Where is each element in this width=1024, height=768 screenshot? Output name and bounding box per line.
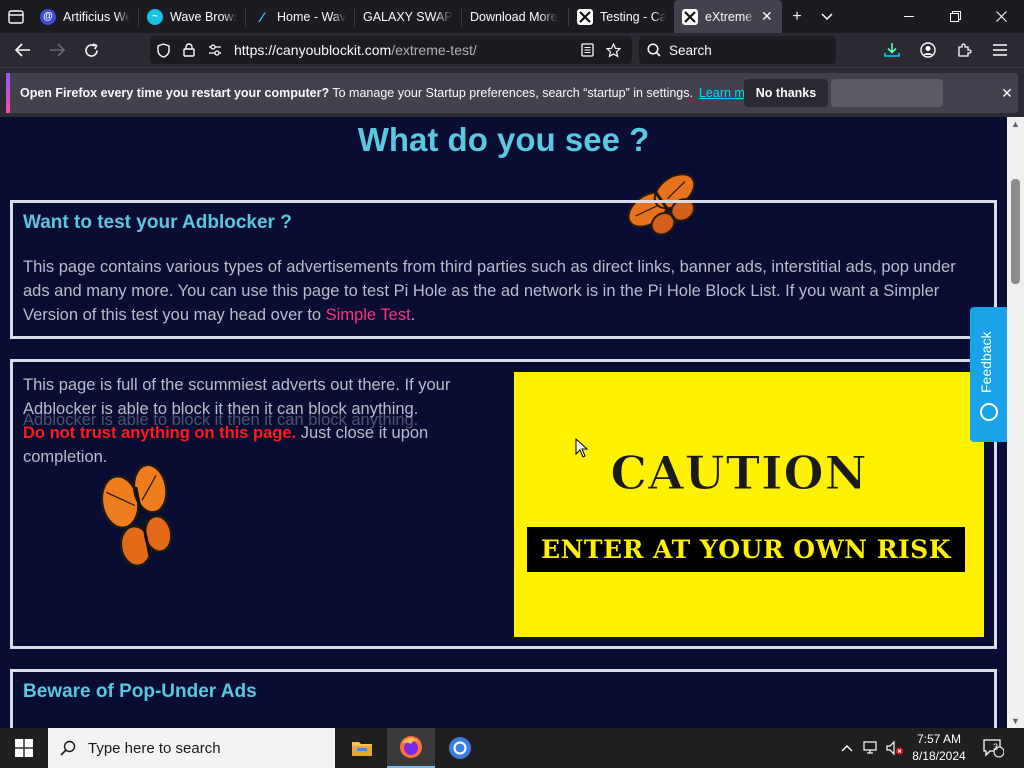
shield-icon[interactable]: [150, 42, 176, 58]
address-bar[interactable]: https://canyoublockit.com/extreme-test/: [150, 36, 632, 64]
butterfly-image: [101, 463, 173, 568]
scroll-up-icon[interactable]: ▲: [1007, 117, 1024, 131]
clock-time: 7:57 AM: [916, 732, 962, 746]
back-icon[interactable]: [6, 35, 40, 65]
tab-wave-browser[interactable]: ~ Wave Browse: [139, 0, 245, 33]
search-placeholder: Search: [669, 42, 712, 58]
search-bar[interactable]: Search: [639, 36, 836, 64]
warning-text: This page is full of the scummiest adver…: [23, 373, 493, 469]
taskbar-search-placeholder: Type here to search: [88, 739, 221, 757]
clock-date: 8/18/2024: [912, 749, 966, 763]
menu-icon[interactable]: [982, 33, 1018, 67]
url-host: https://canyoublockit.com: [234, 42, 392, 58]
pop-under-section: Beware of Pop-Under Ads: [10, 669, 997, 728]
page-title: What do you see ?: [357, 121, 650, 158]
tab-galaxy-swapp[interactable]: GALAXY SWAPP: [355, 0, 461, 33]
scroll-thumb[interactable]: [1011, 179, 1020, 284]
warning-line: This page is full of the scummiest adver…: [23, 376, 451, 418]
at-sign-icon: @: [40, 8, 56, 25]
close-tab-icon[interactable]: ✕: [761, 8, 773, 25]
feedback-label: Feedback: [978, 331, 994, 393]
list-all-tabs-icon[interactable]: [812, 0, 842, 33]
caution-banner-image[interactable]: CAUTION ENTER AT YOUR OWN RISK: [514, 372, 984, 637]
caution-band: ENTER AT YOUR OWN RISK: [527, 527, 965, 572]
notification-bold-text: Open Firefox every time you restart your…: [20, 86, 330, 100]
mouse-cursor-icon: [575, 438, 589, 458]
section-body-end: .: [410, 306, 416, 324]
firefox-taskbar-icon[interactable]: [387, 728, 435, 768]
url-path: /extreme-test/: [391, 42, 477, 58]
network-icon[interactable]: [860, 728, 882, 768]
account-icon[interactable]: [910, 33, 946, 67]
minimize-icon[interactable]: [886, 0, 932, 33]
tab-extreme-test[interactable]: eXtreme T ✕: [674, 0, 782, 33]
close-notification-icon[interactable]: ✕: [995, 81, 1019, 105]
notifications-icon[interactable]: 3: [980, 728, 1006, 768]
notification-body-text: To manage your Startup preferences, sear…: [332, 86, 693, 100]
extensions-icon[interactable]: [946, 33, 982, 67]
tab-title: Download More: [470, 9, 558, 24]
section-body: This page contains various types of adve…: [23, 255, 978, 327]
tab-title: GALAXY SWAPP: [363, 9, 453, 24]
url-text: https://canyoublockit.com/extreme-test/: [234, 42, 477, 58]
no-thanks-button[interactable]: No thanks: [744, 79, 828, 107]
section-heading: Beware of Pop-Under Ads: [23, 681, 257, 702]
reader-view-icon[interactable]: [574, 43, 600, 57]
notification-text: Open Firefox every time you restart your…: [20, 86, 693, 100]
notification-message: Open Firefox every time you restart your…: [6, 73, 1018, 113]
feedback-button[interactable]: Feedback: [970, 307, 1007, 442]
restore-icon[interactable]: [932, 0, 978, 33]
tab-title: Testing - Can: [600, 9, 666, 24]
bookmark-star-icon[interactable]: [600, 42, 626, 58]
taskbar-search-box[interactable]: Type here to search: [48, 728, 335, 768]
wave-icon: ~: [147, 8, 163, 25]
tab-title: Wave Browse: [170, 9, 237, 24]
windows-taskbar: Type here to search 7:57 AM 8/18/2024 3: [0, 728, 1024, 768]
simple-test-link[interactable]: Simple Test: [326, 306, 411, 324]
navigation-toolbar: https://canyoublockit.com/extreme-test/ …: [0, 33, 1024, 67]
tab-artificius[interactable]: @ Artificius Wel: [32, 0, 138, 33]
section-body-text: This page contains various types of adve…: [23, 258, 956, 324]
startup-notification-bar: Open Firefox every time you restart your…: [0, 67, 1024, 117]
lock-icon[interactable]: [176, 43, 202, 57]
wave-line-icon: ⁄: [260, 8, 264, 25]
block-icon: [577, 8, 593, 25]
tab-list-icon[interactable]: [0, 0, 32, 33]
tab-bar: @ Artificius Wel ~ Wave Browse ⁄ Home - …: [0, 0, 1024, 33]
show-hidden-icons[interactable]: [838, 728, 856, 768]
tab-home-wave[interactable]: ⁄ Home - Wave: [246, 0, 354, 33]
downloads-icon[interactable]: [874, 33, 910, 67]
system-clock[interactable]: 7:57 AM 8/18/2024: [900, 731, 978, 765]
caution-band-text: ENTER AT YOUR OWN RISK: [541, 535, 951, 564]
open-settings-button[interactable]: [831, 79, 943, 107]
notification-count-badge: 3: [993, 742, 999, 752]
section-heading: Want to test your Adblocker ?: [23, 212, 292, 233]
warning-section: Adblocker is able to block it then it ca…: [10, 359, 997, 649]
search-icon: [48, 740, 88, 756]
do-not-trust-text: Do not trust anything on this page.: [23, 424, 297, 442]
forward-icon[interactable]: [40, 35, 74, 65]
scroll-down-icon[interactable]: ▼: [1007, 714, 1024, 728]
adblocker-test-section: Want to test your Adblocker ? This page …: [10, 200, 997, 339]
browser-taskbar-icon[interactable]: [436, 728, 484, 768]
tab-testing[interactable]: Testing - Can: [569, 0, 674, 33]
tab-title: Home - Wave: [277, 9, 346, 24]
tab-title: Artificius Wel: [63, 9, 130, 24]
tab-title: eXtreme T: [705, 9, 755, 24]
feedback-icon: [980, 403, 998, 421]
search-icon: [639, 43, 669, 57]
file-explorer-icon[interactable]: [338, 728, 386, 768]
new-tab-icon[interactable]: +: [782, 0, 812, 33]
close-window-icon[interactable]: [978, 0, 1024, 33]
reload-icon[interactable]: [74, 35, 108, 65]
permissions-icon[interactable]: [202, 44, 228, 56]
windows-start-icon[interactable]: [0, 728, 48, 768]
tab-download-more[interactable]: Download More: [462, 0, 568, 33]
page-scrollbar[interactable]: ▲ ▼: [1007, 117, 1024, 728]
web-page: What do you see ? Want to test your Adbl…: [0, 117, 1007, 728]
block-icon: [682, 8, 698, 25]
